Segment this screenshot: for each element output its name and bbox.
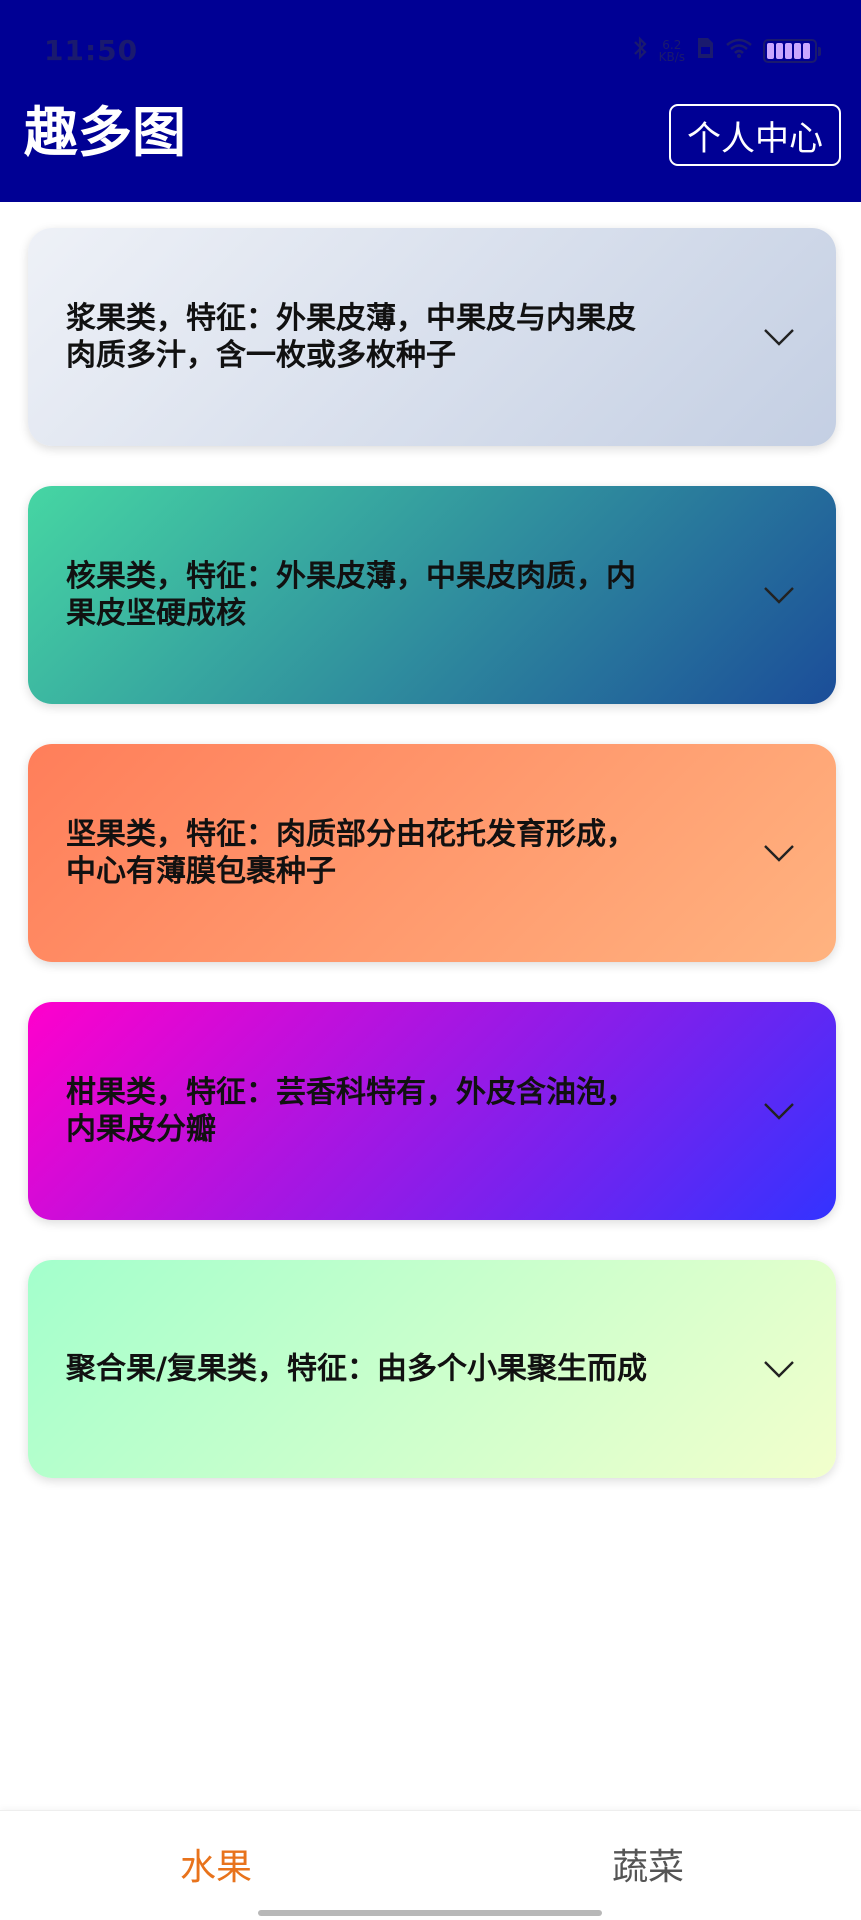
category-card-text: 坚果类，特征：肉质部分由花托发育形成，中心有薄膜包裹种子 (66, 817, 636, 889)
category-card[interactable]: 浆果类，特征：外果皮薄，中果皮与内果皮肉质多汁，含一枚或多枚种子 (28, 228, 836, 446)
app-title: 趣多图 (24, 101, 186, 164)
category-card-text: 浆果类，特征：外果皮薄，中果皮与内果皮肉质多汁，含一枚或多枚种子 (66, 301, 636, 373)
category-card[interactable]: 柑果类，特征：芸香科特有，外皮含油泡，内果皮分瓣 (28, 1002, 836, 1220)
chevron-down-icon[interactable] (762, 1359, 796, 1379)
status-time: 11:50 (44, 34, 139, 67)
home-indicator[interactable] (258, 1910, 602, 1916)
category-card[interactable]: 核果类，特征：外果皮薄，中果皮肉质，内果皮坚硬成核 (28, 486, 836, 704)
chevron-down-icon[interactable] (762, 585, 796, 605)
category-card[interactable]: 坚果类，特征：肉质部分由花托发育形成，中心有薄膜包裹种子 (28, 744, 836, 962)
sim-icon (695, 36, 715, 66)
tab-fruit[interactable]: 水果 (180, 1847, 252, 1889)
wifi-icon (725, 37, 753, 65)
tab-vegetable[interactable]: 蔬菜 (612, 1847, 684, 1889)
bluetooth-icon (631, 36, 649, 66)
chevron-down-icon[interactable] (762, 327, 796, 347)
app-header: 11:50 6.2 KB/s 趣多图 个人中心 (0, 0, 861, 202)
bottom-nav: 水果 蔬菜 (0, 1810, 861, 1920)
network-speed: 6.2 KB/s (659, 39, 685, 63)
chevron-down-icon[interactable] (762, 1101, 796, 1121)
network-speed-unit: KB/s (658, 50, 685, 64)
status-bar: 11:50 6.2 KB/s (0, 28, 861, 74)
battery-icon (763, 39, 821, 63)
screen: 11:50 6.2 KB/s 趣多图 个人中心 浆果类，特征：外果皮薄，中果皮与… (0, 0, 861, 1920)
category-card-text: 聚合果/复果类，特征：由多个小果聚生而成 (66, 1351, 647, 1387)
category-card[interactable]: 聚合果/复果类，特征：由多个小果聚生而成 (28, 1260, 836, 1478)
status-icons: 6.2 KB/s (631, 36, 821, 66)
category-card-list: 浆果类，特征：外果皮薄，中果皮与内果皮肉质多汁，含一枚或多枚种子 核果类，特征：… (28, 228, 836, 1518)
category-card-text: 核果类，特征：外果皮薄，中果皮肉质，内果皮坚硬成核 (66, 559, 636, 631)
category-card-text: 柑果类，特征：芸香科特有，外皮含油泡，内果皮分瓣 (66, 1075, 636, 1147)
profile-center-button[interactable]: 个人中心 (669, 104, 841, 166)
chevron-down-icon[interactable] (762, 843, 796, 863)
